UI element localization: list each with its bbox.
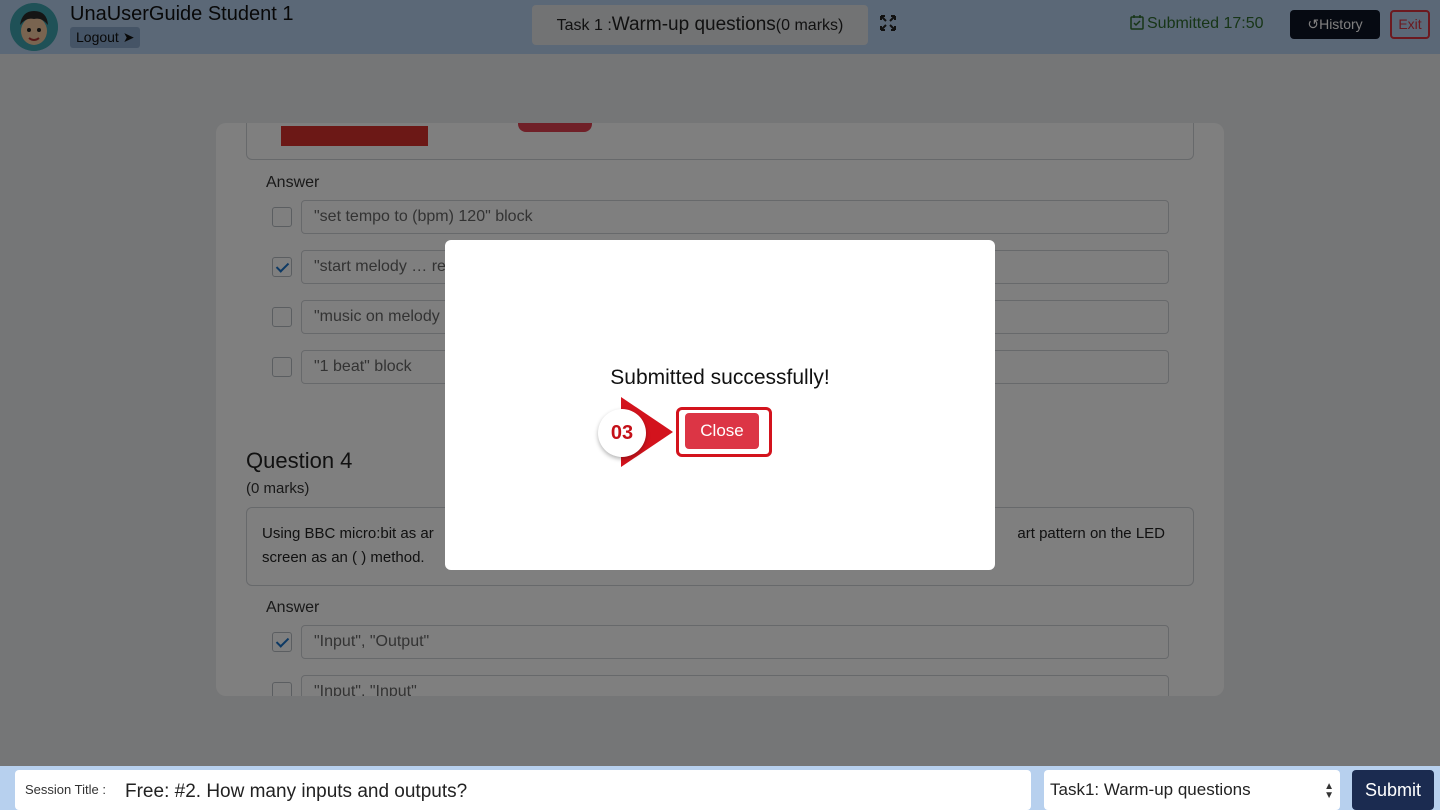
submit-button[interactable]: Submit xyxy=(1352,770,1434,810)
select-arrows-icon: ▲ ▼ xyxy=(1324,781,1334,801)
step-number-badge: 03 xyxy=(598,409,646,457)
footer-bar: Session Title : Free: #2. How many input… xyxy=(0,766,1440,810)
session-title-field[interactable]: Session Title : Free: #2. How many input… xyxy=(15,770,1031,810)
session-title-value: Free: #2. How many inputs and outputs? xyxy=(125,781,468,802)
success-modal: Submitted successfully! 03 Close xyxy=(445,240,995,570)
session-title-label: Session Title : xyxy=(25,782,106,797)
task-select-value: Task1: Warm-up questions xyxy=(1050,780,1251,799)
close-button[interactable]: Close xyxy=(685,413,759,449)
task-select[interactable]: Task1: Warm-up questions ▲ ▼ xyxy=(1044,770,1340,810)
modal-message: Submitted successfully! xyxy=(610,366,830,389)
